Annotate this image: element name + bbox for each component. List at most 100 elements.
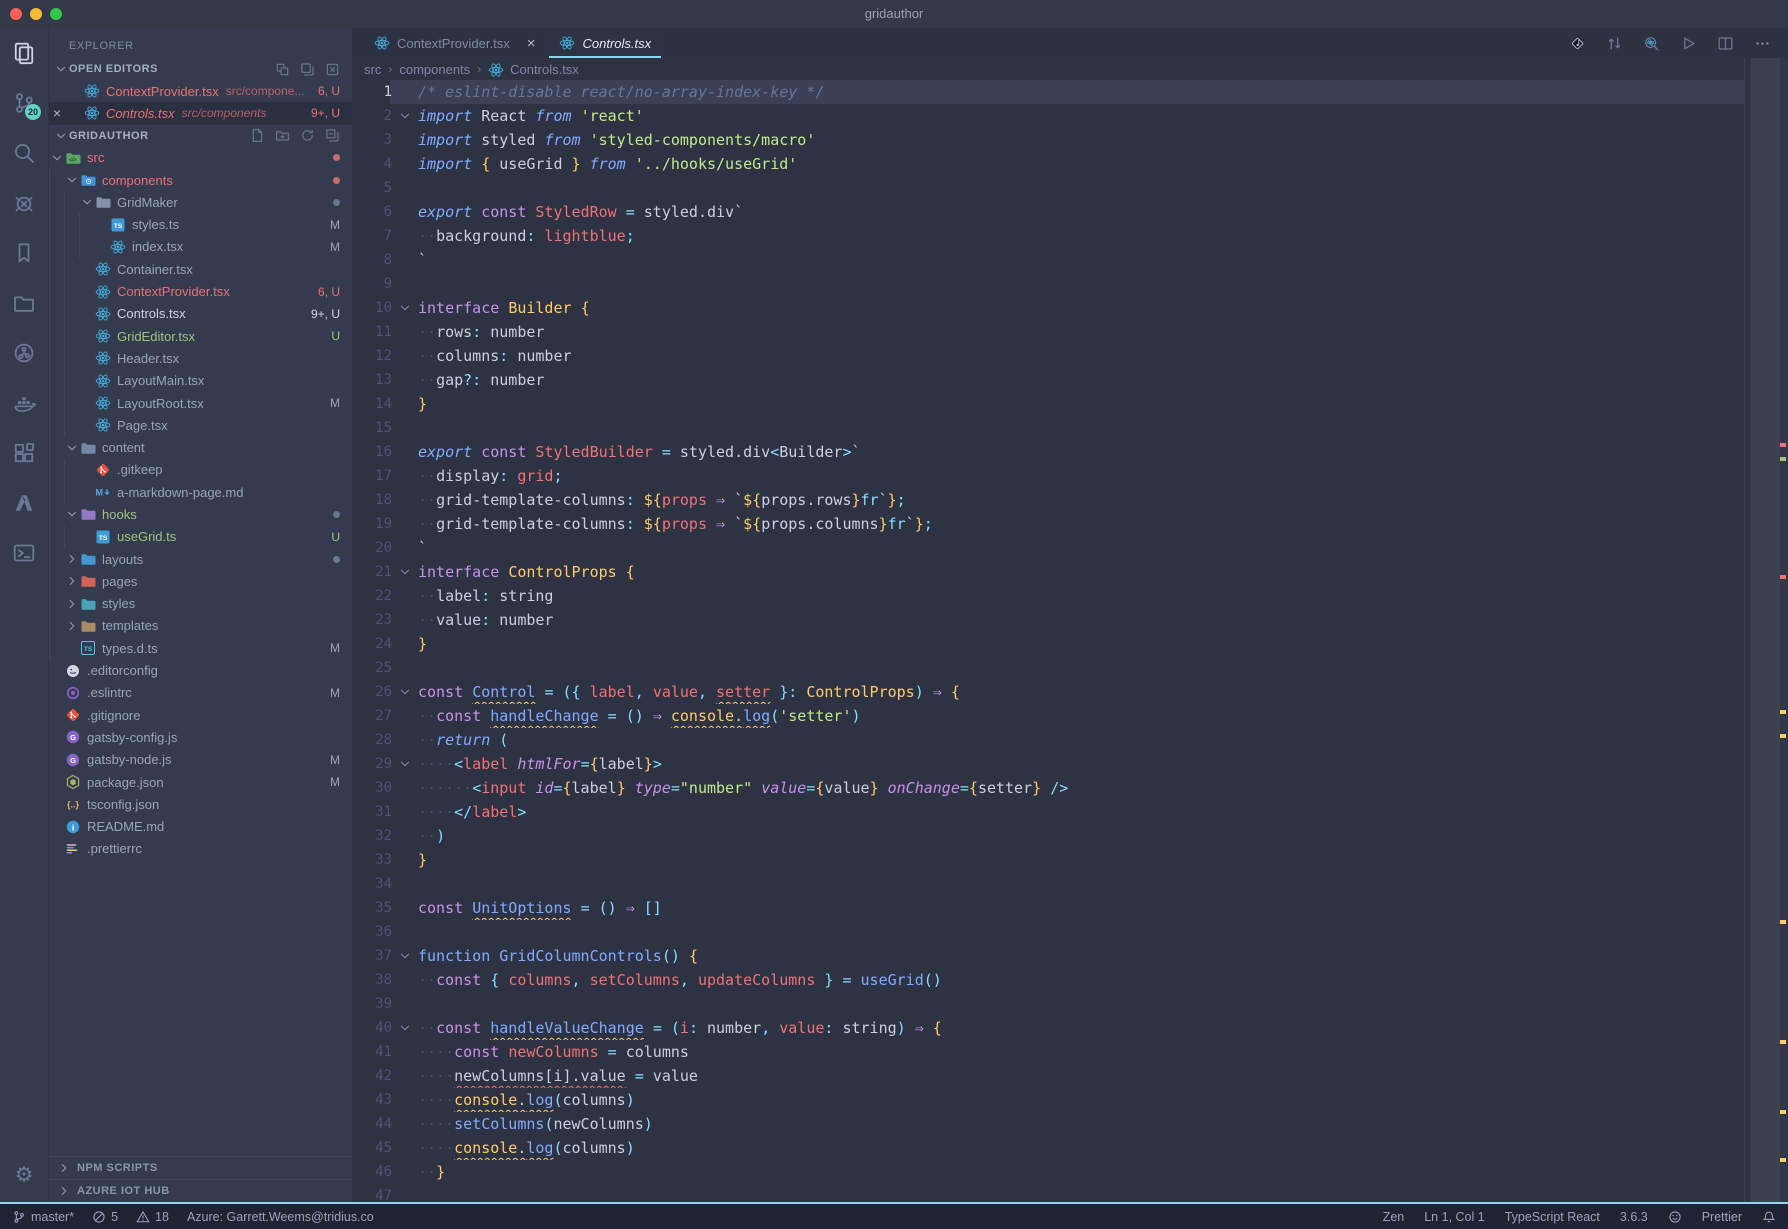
code-line-40[interactable]: 40··const handleValueChange = (i: number… [352, 1016, 1744, 1040]
activity-powershell-icon[interactable] [0, 528, 48, 578]
tree-item--editorconfig[interactable]: .editorconfig [49, 659, 352, 681]
activity-file-browser-icon[interactable] [0, 278, 48, 328]
tree-item-readme-md[interactable]: iREADME.md [49, 816, 352, 838]
fold-chevron-icon[interactable] [392, 560, 418, 584]
tree-item--gitignore[interactable]: .gitignore [49, 704, 352, 726]
tree-item-hooks[interactable]: hooks [49, 503, 352, 525]
code-line-27[interactable]: 27··const handleChange = () ⇒ console.lo… [352, 704, 1744, 728]
scrollbar-slider[interactable] [1751, 58, 1780, 1202]
settings-gear-icon[interactable]: ⚙ [0, 1156, 48, 1192]
fold-chevron-icon[interactable] [392, 104, 418, 128]
status-zen[interactable]: Zen [1383, 1210, 1405, 1224]
tree-item-styles[interactable]: styles [49, 593, 352, 615]
code-line-42[interactable]: 42····newColumns[i].value = value [352, 1064, 1744, 1088]
tree-item-header-tsx[interactable]: Header.tsx [49, 347, 352, 369]
gitlens-icon[interactable] [1567, 33, 1587, 53]
breadcrumb-item[interactable]: Controls.tsx [510, 62, 579, 77]
activity-history-icon[interactable] [0, 328, 48, 378]
code-line-30[interactable]: 30······<input id={label} type="number" … [352, 776, 1744, 800]
code-line-2[interactable]: 2import React from 'react' [352, 104, 1744, 128]
tree-item-styles-ts[interactable]: TSstyles.tsM [49, 213, 352, 235]
tree-item-components[interactable]: components [49, 169, 352, 191]
tree-item--prettierrc[interactable]: .prettierrc [49, 838, 352, 860]
split-editor-icon[interactable] [1715, 33, 1735, 53]
section-azure-iot-hub[interactable]: AZURE IOT HUB [49, 1179, 352, 1202]
tab-controls-tsx[interactable]: Controls.tsx [547, 28, 663, 58]
code-line-10[interactable]: 10interface Builder { [352, 296, 1744, 320]
tree-item-page-tsx[interactable]: Page.tsx [49, 414, 352, 436]
code-line-23[interactable]: 23··value: number [352, 608, 1744, 632]
status-feedback[interactable] [1668, 1210, 1682, 1224]
code-line-1[interactable]: 1/* eslint-disable react/no-array-index-… [352, 80, 1744, 104]
code-line-34[interactable]: 34 [352, 872, 1744, 896]
code-line-43[interactable]: 43····console.log(columns) [352, 1088, 1744, 1112]
new-file-icon[interactable] [250, 128, 265, 143]
new-editor-group-icon[interactable] [275, 62, 290, 77]
close-tab-icon[interactable]: × [527, 35, 536, 52]
tree-item--gitkeep[interactable]: .gitkeep [49, 459, 352, 481]
status-errors[interactable]: 5 [92, 1210, 118, 1224]
code-line-45[interactable]: 45····console.log(columns) [352, 1136, 1744, 1160]
section-npm-scripts[interactable]: NPM SCRIPTS [49, 1156, 352, 1179]
status-notifications[interactable] [1762, 1210, 1776, 1224]
code-line-26[interactable]: 26const Control = ({ label, value, sette… [352, 680, 1744, 704]
new-folder-icon[interactable] [275, 128, 290, 143]
tree-item-controls-tsx[interactable]: Controls.tsx9+, U [49, 303, 352, 325]
activity-docker-icon[interactable] [0, 378, 48, 428]
tree-item-contextprovider-tsx[interactable]: ContextProvider.tsx6, U [49, 280, 352, 302]
tree-item-layouts[interactable]: layouts [49, 548, 352, 570]
fold-chevron-icon[interactable] [392, 752, 418, 776]
run-file-icon[interactable] [1678, 33, 1698, 53]
react-search-icon[interactable] [1641, 33, 1661, 53]
close-editor-icon[interactable]: × [49, 105, 65, 121]
code-line-38[interactable]: 38··const { columns, setColumns, updateC… [352, 968, 1744, 992]
activity-source-control-icon[interactable]: 20 [0, 78, 48, 128]
collapse-all-icon[interactable] [325, 128, 340, 143]
tree-item-index-tsx[interactable]: index.tsxM [49, 236, 352, 258]
code-line-12[interactable]: 12··columns: number [352, 344, 1744, 368]
close-all-icon[interactable] [325, 62, 340, 77]
code-line-32[interactable]: 32··) [352, 824, 1744, 848]
code-line-17[interactable]: 17··display: grid; [352, 464, 1744, 488]
refresh-icon[interactable] [300, 128, 315, 143]
open-changes-icon[interactable] [1604, 33, 1624, 53]
code-line-22[interactable]: 22··label: string [352, 584, 1744, 608]
breadcrumb-item[interactable]: components [399, 62, 470, 77]
open-editor-item[interactable]: ×Controls.tsxsrc/components9+, U [49, 102, 352, 124]
fold-chevron-icon[interactable] [392, 1016, 418, 1040]
activity-extensions-icon[interactable] [0, 428, 48, 478]
activity-explorer-icon[interactable] [0, 28, 48, 78]
code-line-35[interactable]: 35const UnitOptions = () ⇒ [] [352, 896, 1744, 920]
status-azure-account[interactable]: Azure: Garrett.Weems@tridius.co [187, 1210, 374, 1224]
status-git-branch[interactable]: master* [12, 1210, 74, 1224]
code-line-5[interactable]: 5 [352, 176, 1744, 200]
status-cursor-position[interactable]: Ln 1, Col 1 [1424, 1210, 1484, 1224]
activity-azure-icon[interactable] [0, 478, 48, 528]
code-line-31[interactable]: 31····</label> [352, 800, 1744, 824]
fold-chevron-icon[interactable] [392, 680, 418, 704]
tree-item-layoutroot-tsx[interactable]: LayoutRoot.tsxM [49, 392, 352, 414]
code-line-21[interactable]: 21interface ControlProps { [352, 560, 1744, 584]
open-editors-header[interactable]: OPEN EDITORS [49, 58, 352, 80]
code-line-19[interactable]: 19··grid-template-columns: ${props ⇒ `${… [352, 512, 1744, 536]
code-line-24[interactable]: 24} [352, 632, 1744, 656]
code-line-37[interactable]: 37function GridColumnControls() { [352, 944, 1744, 968]
tree-item-usegrid-ts[interactable]: TSuseGrid.tsU [49, 526, 352, 548]
open-editor-item[interactable]: ContextProvider.tsxsrc/compone...6, U [49, 80, 352, 102]
tree-item-package-json[interactable]: package.jsonM [49, 771, 352, 793]
code-line-4[interactable]: 4import { useGrid } from '../hooks/useGr… [352, 152, 1744, 176]
tree-item--eslintrc[interactable]: .eslintrcM [49, 682, 352, 704]
editor-scrollbar[interactable] [1750, 58, 1788, 1202]
code-line-36[interactable]: 36 [352, 920, 1744, 944]
code-line-44[interactable]: 44····setColumns(newColumns) [352, 1112, 1744, 1136]
tree-item-gatsby-node-js[interactable]: Ggatsby-node.jsM [49, 749, 352, 771]
tree-item-container-tsx[interactable]: Container.tsx [49, 258, 352, 280]
activity-search-icon[interactable] [0, 128, 48, 178]
tree-item-types-d-ts[interactable]: TStypes.d.tsM [49, 637, 352, 659]
code-line-33[interactable]: 33} [352, 848, 1744, 872]
tree-item-content[interactable]: content [49, 436, 352, 458]
code-line-14[interactable]: 14} [352, 392, 1744, 416]
code-line-18[interactable]: 18··grid-template-columns: ${props ⇒ `${… [352, 488, 1744, 512]
code-line-20[interactable]: 20` [352, 536, 1744, 560]
tree-item-grideditor-tsx[interactable]: GridEditor.tsxU [49, 325, 352, 347]
